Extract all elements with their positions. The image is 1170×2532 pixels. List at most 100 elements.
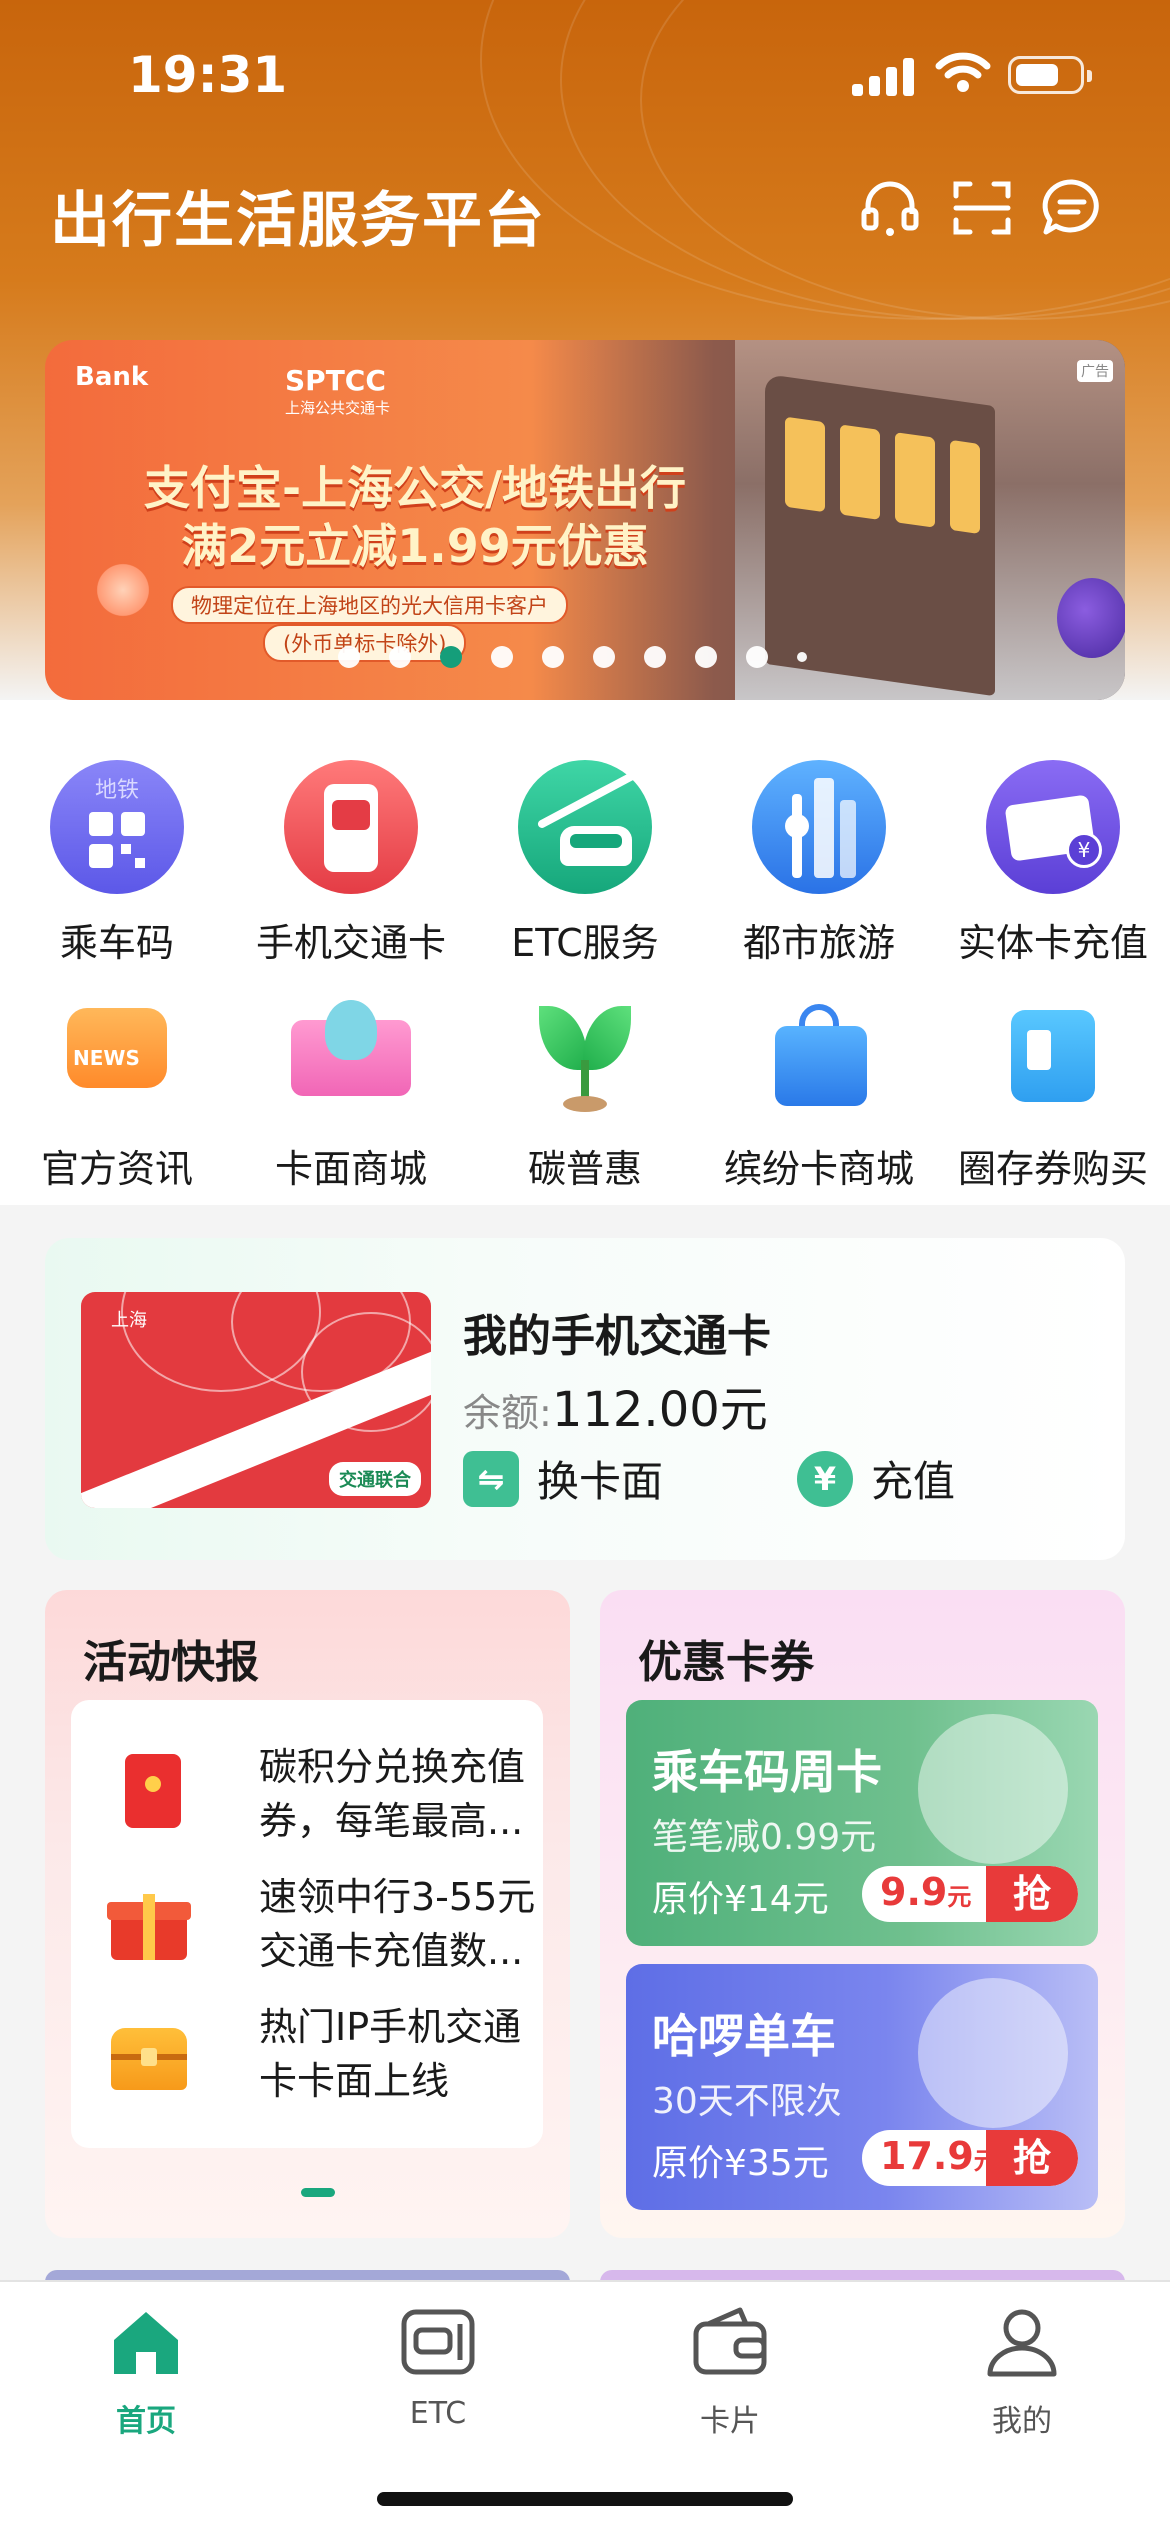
service-voucher[interactable]: 圈存券购买 <box>936 1000 1170 1193</box>
service-etc[interactable]: ETC服务 <box>468 760 702 967</box>
service-label: ETC服务 <box>511 921 659 965</box>
activity-title[interactable]: 活动快报 <box>83 1626 259 1690</box>
home-indicator <box>377 2492 793 2506</box>
carousel-dot[interactable] <box>338 646 360 668</box>
list-item[interactable]: 热门IP手机交通卡卡面上线 <box>107 2000 527 2120</box>
status-time: 19:31 <box>128 46 288 104</box>
city-tour-icon <box>752 760 886 894</box>
ad-tag: 广告 <box>1077 360 1113 382</box>
conductor-avatar-icon <box>918 1714 1068 1864</box>
list-item[interactable]: 碳积分兑换充值券，每笔最高... <box>107 1740 527 1860</box>
bank-logo: Bank <box>75 362 149 392</box>
transit-union-badge: 交通联合 <box>329 1462 421 1496</box>
carousel-dot[interactable] <box>491 646 513 668</box>
news-icon: NEWS <box>57 1000 177 1120</box>
carousel-indicator <box>338 645 807 669</box>
wallet-icon <box>693 2307 767 2375</box>
service-label: 乘车码 <box>59 921 174 965</box>
sptcc-logo: SPTCC 上海公共交通卡 <box>285 364 391 417</box>
yen-icon: ¥ <box>797 1450 853 1507</box>
service-metro-qr[interactable]: 地铁 乘车码 <box>0 760 234 967</box>
status-bar: 19:31 <box>0 0 1170 150</box>
coupon-name: 乘车码周卡 <box>652 1745 882 1799</box>
grab-button[interactable]: 17.9元 抢 <box>862 2130 1078 2186</box>
activity-pager <box>301 2188 335 2197</box>
cellular-signal-icon <box>852 56 914 96</box>
tab-cards[interactable]: 卡片 <box>584 2302 876 2440</box>
profile-icon <box>987 2309 1057 2377</box>
coupon-original-price: 原价¥35元 <box>652 2143 829 2184</box>
sprout-icon <box>525 1000 645 1120</box>
list-item[interactable]: 速领中行3-55元交通卡充值数... <box>107 1870 535 1990</box>
coupon-desc: 30天不限次 <box>652 2081 842 2122</box>
etc-car-icon <box>518 760 652 894</box>
coupon-name: 哈啰单车 <box>652 2009 836 2063</box>
voucher-icon <box>993 1000 1113 1120</box>
service-news[interactable]: NEWS 官方资讯 <box>0 1000 234 1193</box>
headset-icon[interactable] <box>858 176 922 240</box>
banner-headline: 支付宝-上海公交/地铁出行 <box>144 461 686 515</box>
service-label: 手机交通卡 <box>255 921 446 965</box>
service-label: 实体卡充值 <box>957 921 1148 965</box>
banner-note: 物理定位在上海地区的光大信用卡客户 <box>171 586 568 624</box>
coupon-desc: 笔笔减0.99元 <box>652 1817 877 1858</box>
service-card-mall[interactable]: 卡面商城 <box>234 1000 468 1193</box>
grab-button[interactable]: 9.9元 抢 <box>862 1866 1078 1922</box>
carousel-dot[interactable] <box>593 646 615 668</box>
red-envelope-icon <box>107 1754 187 1834</box>
balance-value: 112.00元 <box>551 1382 768 1438</box>
coupon-card[interactable]: 哈啰单车 30天不限次 原价¥35元 17.9元 抢 <box>626 1964 1098 2210</box>
change-card-face-button[interactable]: ⇋ 换卡面 <box>463 1448 663 1509</box>
carousel-dot[interactable] <box>695 646 717 668</box>
carousel-dot[interactable] <box>644 646 666 668</box>
service-label: 缤纷卡商城 <box>723 1147 914 1191</box>
carousel-dot[interactable] <box>746 646 768 668</box>
tab-etc[interactable]: ETC <box>292 2302 584 2431</box>
service-city-tour[interactable]: 都市旅游 <box>702 760 936 967</box>
card-recharge-icon: ¥ <box>986 760 1120 894</box>
mascot-icon <box>1057 578 1125 658</box>
shopping-bag-icon <box>759 1000 879 1120</box>
coupon-card[interactable]: 乘车码周卡 笔笔减0.99元 原价¥14元 9.9元 抢 <box>626 1700 1098 1946</box>
page-title: 出行生活服务平台 <box>50 186 546 256</box>
swap-icon: ⇋ <box>463 1450 519 1507</box>
etc-icon <box>401 2309 475 2375</box>
service-label: 官方资讯 <box>40 1147 193 1191</box>
wifi-icon <box>935 52 991 92</box>
my-card-title: 我的手机交通卡 <box>463 1311 771 1362</box>
home-icon <box>114 2312 178 2374</box>
service-carbon[interactable]: 碳普惠 <box>468 1000 702 1193</box>
carousel-dot[interactable] <box>797 652 807 662</box>
service-grid: 地铁 乘车码 手机交通卡 ETC服务 都市旅游 ¥ 实体卡充值 NEWS 官方资… <box>0 700 1170 1205</box>
carousel-dot-active[interactable] <box>440 646 462 668</box>
battery-icon <box>1008 56 1092 94</box>
service-card-recharge[interactable]: ¥ 实体卡充值 <box>936 760 1170 967</box>
recharge-button[interactable]: ¥ 充值 <box>797 1448 955 1509</box>
balance: 余额:112.00元 <box>463 1382 768 1438</box>
treasure-chest-icon <box>107 2014 187 2094</box>
bike-mascot-icon <box>918 1978 1068 2128</box>
card-mall-icon <box>291 1000 411 1120</box>
coupon-original-price: 原价¥14元 <box>652 1879 829 1920</box>
my-transit-card[interactable]: 上海 交通联合 我的手机交通卡 余额:112.00元 ⇋ 换卡面 ¥ 充值 <box>45 1238 1125 1560</box>
flower-decoration-icon <box>93 560 153 620</box>
service-label: 碳普惠 <box>527 1147 642 1191</box>
coupon-title[interactable]: 优惠卡券 <box>638 1626 814 1690</box>
service-colorful-mall[interactable]: 缤纷卡商城 <box>702 1000 936 1193</box>
metro-qr-icon: 地铁 <box>50 760 184 894</box>
carousel-dot[interactable] <box>389 646 411 668</box>
service-label: 圈存券购买 <box>957 1147 1148 1191</box>
carousel-dot[interactable] <box>542 646 564 668</box>
service-label: 都市旅游 <box>742 921 895 965</box>
activity-panel: 活动快报 碳积分兑换充值券，每笔最高... 速领中行3-55元交通卡充值数... <box>45 1590 570 2238</box>
tab-home[interactable]: 首页 <box>0 2302 292 2440</box>
transit-card-image: 上海 交通联合 <box>81 1292 431 1508</box>
scan-icon[interactable] <box>950 176 1014 240</box>
banner-subheadline: 满2元立减1.99元优惠 <box>181 519 649 573</box>
phone-card-icon <box>284 760 418 894</box>
coupon-panel: 优惠卡券 乘车码周卡 笔笔减0.99元 原价¥14元 9.9元 抢 哈啰单车 3… <box>600 1590 1125 2238</box>
service-phone-card[interactable]: 手机交通卡 <box>234 760 468 967</box>
tab-profile[interactable]: 我的 <box>876 2302 1168 2440</box>
service-label: 卡面商城 <box>274 1147 427 1191</box>
message-icon[interactable] <box>1040 176 1104 240</box>
